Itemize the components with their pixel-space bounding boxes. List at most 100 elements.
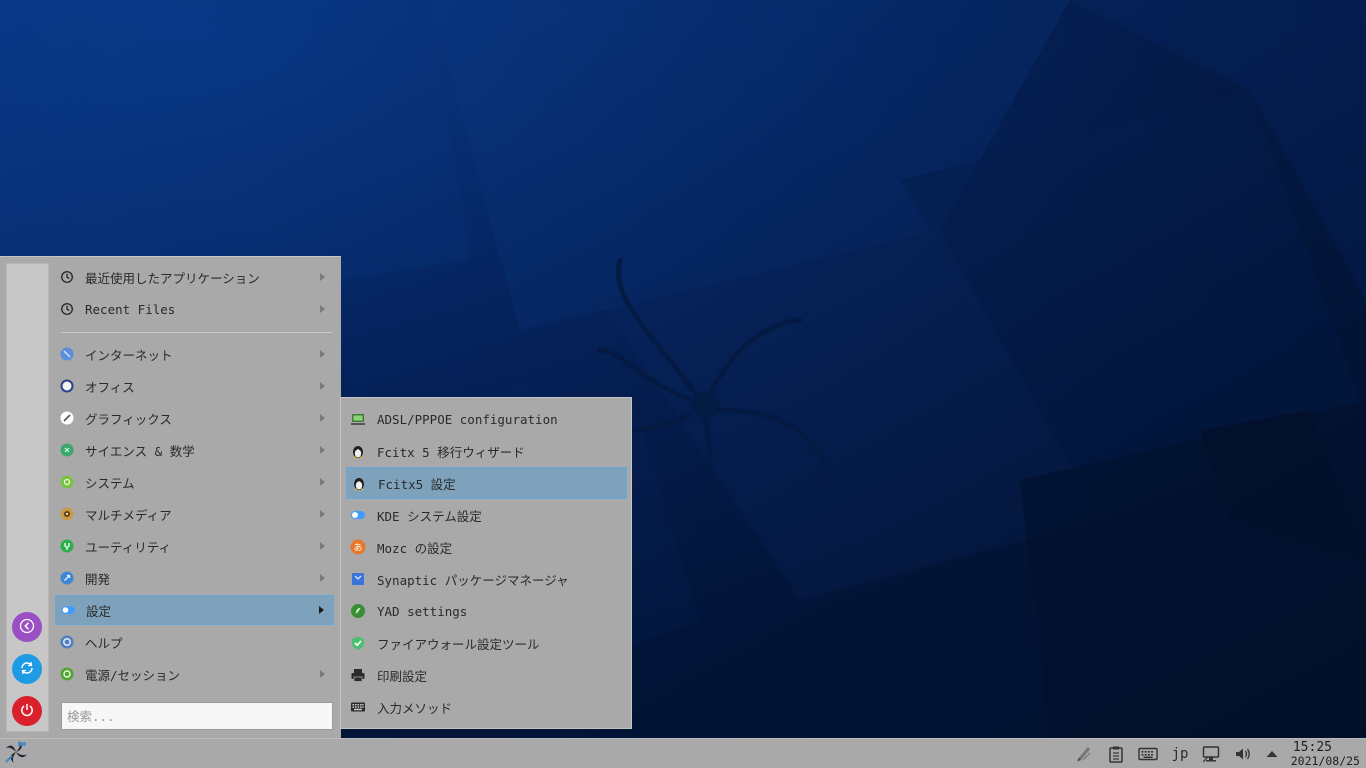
mozc-icon: あ — [350, 539, 366, 555]
svg-text:あ: あ — [353, 543, 362, 554]
menu-item-label: システム — [85, 475, 135, 491]
submenu-arrow-icon — [320, 542, 325, 550]
submenu-arrow-icon — [320, 273, 325, 281]
menu-science-math[interactable]: サイエンス & 数学 — [55, 435, 334, 465]
submenu-item-label: ADSL/PPPOE configuration — [377, 411, 558, 427]
development-icon — [60, 571, 74, 585]
volume-icon[interactable] — [1233, 745, 1253, 763]
menu-item-label: 開発 — [85, 571, 111, 587]
menu-item-label: グラフィックス — [85, 411, 172, 427]
help-icon — [60, 635, 74, 649]
power-session-icon — [60, 667, 74, 681]
submenu-arrow-icon — [320, 414, 325, 422]
clipboard-icon[interactable] — [1107, 745, 1125, 763]
back-button[interactable] — [12, 612, 42, 642]
clock-date[interactable]: 2021/08/25 — [1291, 754, 1360, 768]
menu-internet[interactable]: インターネット — [55, 339, 334, 369]
submenu-item-label: YAD settings — [377, 603, 468, 619]
menu-utility[interactable]: ユーティリティ — [55, 531, 334, 561]
science-icon — [60, 443, 74, 457]
menu-separator — [61, 332, 332, 333]
submenu-fcitx5-migrator[interactable]: Fcitx 5 移行ウィザード — [346, 435, 627, 467]
submenu-fcitx5-settings[interactable]: Fcitx5 設定 — [346, 467, 627, 499]
menu-recent-files[interactable]: Recent Files — [55, 294, 334, 324]
menu-item-label: インターネット — [85, 347, 173, 363]
submenu-kde-system-settings[interactable]: KDE システム設定 — [346, 499, 627, 531]
submenu-yad-settings[interactable]: YAD settings — [346, 595, 627, 627]
submenu-item-label: KDE システム設定 — [377, 508, 482, 524]
submenu-input-method[interactable]: 入力メソッド — [346, 691, 627, 723]
menu-graphics[interactable]: グラフィックス — [55, 403, 334, 433]
internet-icon — [60, 347, 74, 361]
menu-help[interactable]: ヘルプ — [55, 627, 334, 657]
submenu-item-label: Fcitx5 設定 — [378, 476, 456, 492]
synaptic-icon — [350, 571, 366, 587]
tray-expand-icon[interactable] — [1264, 745, 1280, 763]
office-icon — [60, 379, 74, 393]
network-config-icon — [350, 411, 366, 427]
power-button[interactable] — [12, 696, 42, 726]
firewall-icon — [350, 635, 366, 651]
keyboard-icon — [350, 699, 366, 715]
submenu-item-label: Mozc の設定 — [377, 540, 453, 556]
graphics-icon — [60, 411, 74, 425]
menu-office[interactable]: オフィス — [55, 371, 334, 401]
submenu-arrow-icon — [319, 606, 324, 614]
submenu-arrow-icon — [320, 305, 325, 313]
clock-time[interactable]: 15:25 — [1293, 740, 1332, 755]
submenu-item-label: ファイアウォール設定ツール — [377, 636, 540, 652]
system-icon — [60, 475, 74, 489]
submenu-adsl-pppoe[interactable]: ADSL/PPPOE configuration — [346, 403, 627, 435]
menu-item-label: 設定 — [86, 603, 112, 619]
refresh-button[interactable] — [12, 654, 42, 684]
keyboard-layout-indicator[interactable]: jp — [1170, 745, 1190, 763]
clock-icon — [60, 270, 74, 284]
submenu-arrow-icon — [320, 510, 325, 518]
submenu-item-label: Synaptic パッケージマネージャ — [377, 572, 569, 588]
menu-settings[interactable]: 設定 — [55, 595, 334, 625]
submenu-item-label: Fcitx 5 移行ウィザード — [377, 444, 525, 460]
menu-item-label: 最近使用したアプリケーション — [85, 270, 260, 286]
search-input[interactable] — [61, 702, 333, 730]
settings-toggle-icon — [61, 603, 75, 617]
clock-icon — [60, 302, 74, 316]
submenu-item-label: 入力メソッド — [377, 700, 453, 716]
menu-system[interactable]: システム — [55, 467, 334, 497]
submenu-arrow-icon — [320, 574, 325, 582]
submenu-mozc-settings[interactable]: あ Mozc の設定 — [346, 531, 627, 563]
tux-icon — [351, 475, 367, 491]
menu-item-label: マルチメディア — [85, 507, 172, 523]
multimedia-icon — [60, 507, 74, 521]
menu-multimedia[interactable]: マルチメディア — [55, 499, 334, 529]
submenu-synaptic[interactable]: Synaptic パッケージマネージャ — [346, 563, 627, 595]
submenu-arrow-icon — [320, 382, 325, 390]
start-menu-button[interactable] — [2, 740, 30, 767]
menu-item-label: 電源/セッション — [85, 667, 181, 683]
network-icon[interactable] — [1201, 745, 1221, 763]
menu-recent-apps[interactable]: 最近使用したアプリケーション — [55, 262, 334, 292]
submenu-arrow-icon — [320, 350, 325, 358]
menu-development[interactable]: 開発 — [55, 563, 334, 593]
power-icon — [19, 702, 35, 721]
menu-item-label: サイエンス & 数学 — [85, 443, 195, 459]
clipboard-pen-icon[interactable] — [1074, 745, 1094, 763]
refresh-icon — [19, 660, 35, 679]
submenu-arrow-icon — [320, 670, 325, 678]
printer-icon — [350, 667, 366, 683]
tux-icon — [350, 443, 366, 459]
menu-power-session[interactable]: 電源/セッション — [55, 659, 334, 689]
submenu-arrow-icon — [320, 478, 325, 486]
submenu-arrow-icon — [320, 446, 325, 454]
distro-logo-icon — [3, 740, 29, 767]
utility-icon — [60, 539, 74, 553]
menu-item-label: オフィス — [85, 379, 135, 395]
menu-item-label: ユーティリティ — [85, 539, 172, 555]
keyboard-icon[interactable] — [1138, 745, 1158, 763]
taskbar: jp 15:25 2021/08/25 — [0, 738, 1366, 768]
menu-item-label: Recent Files — [85, 301, 176, 317]
yad-icon — [350, 603, 366, 619]
submenu-firewall[interactable]: ファイアウォール設定ツール — [346, 627, 627, 659]
submenu-print-settings[interactable]: 印刷設定 — [346, 659, 627, 691]
back-icon — [19, 618, 35, 637]
menu-item-label: ヘルプ — [85, 635, 123, 651]
